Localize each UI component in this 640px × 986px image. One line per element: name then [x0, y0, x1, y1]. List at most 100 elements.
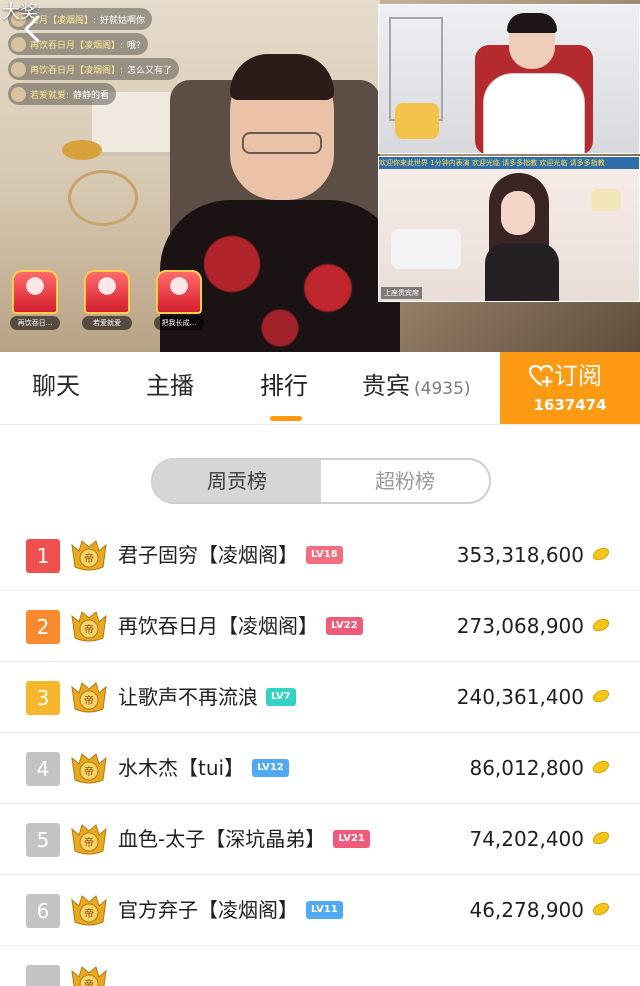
gift-owner-name: 把我长成... — [154, 316, 204, 330]
toggle-super-fans[interactable]: 超粉榜 — [321, 460, 489, 502]
contribution-score: 46,278,900 — [469, 898, 584, 922]
crown-icon — [395, 103, 439, 139]
chat-message: 再饮吞日月【凌烟阁】: 怎么又有了 — [8, 58, 180, 80]
svg-text:帝: 帝 — [84, 694, 94, 707]
active-tab-indicator — [270, 416, 302, 421]
level-badge: LV12 — [252, 758, 289, 777]
avatar — [11, 86, 26, 102]
gift-throne-item[interactable]: 把我长成... — [154, 270, 204, 330]
ranking-row[interactable]: 6 帝 官方弃子【凌烟阁】 LV11 46,278,900 — [0, 875, 640, 946]
ranking-username-cell: 让歌声不再流浪 LV7 — [118, 682, 296, 712]
ranking-toggle: 周贡榜 超粉榜 — [151, 458, 491, 504]
level-badge: LV18 — [306, 545, 343, 564]
tab-ranking[interactable]: 排行 — [260, 366, 308, 406]
pip-tag: 上座贵宾席 — [381, 287, 422, 299]
svg-text:帝: 帝 — [84, 978, 94, 986]
svg-text:帝: 帝 — [84, 623, 94, 636]
rank-number-badge: 1 — [26, 539, 60, 573]
coin-icon — [592, 547, 610, 561]
tab-chat[interactable]: 聊天 — [32, 366, 80, 406]
gift-throne-item[interactable]: 再饮吞日... — [10, 270, 60, 330]
tab-guests[interactable]: 贵宾 (4935) — [362, 366, 471, 406]
ranking-username-cell: 官方弃子【凌烟阁】 LV11 — [118, 895, 343, 925]
throne-icon — [84, 270, 130, 314]
ranking-row[interactable]: 1 帝 君子固穷【凌烟阁】 LV18 353,318,600 — [0, 520, 640, 591]
pip-video-bottom[interactable]: 欢迎你来此世界 1分钟内表演 欢迎光临 请多多指教 欢迎光临 请多多指教 上座贵… — [378, 156, 640, 302]
rank-number-badge: 4 — [26, 752, 60, 786]
room-plant — [62, 140, 102, 160]
room-table — [68, 170, 138, 226]
ranking-username: 血色-太子【深坑晶弟】 — [118, 827, 326, 851]
emperor-emblem-icon: 帝 — [71, 895, 107, 926]
ranking-row-partial[interactable]: 帝 — [0, 946, 640, 986]
emperor-emblem-icon: 帝 — [71, 753, 107, 784]
chat-text: 哦? — [127, 40, 141, 51]
level-badge: LV22 — [326, 616, 363, 635]
emperor-emblem-icon: 帝 — [71, 540, 107, 571]
emperor-emblem-icon: 帝 — [71, 824, 107, 855]
ranking-username-cell: 君子固穷【凌烟阁】 LV18 — [118, 540, 343, 570]
rank-number-badge: 6 — [26, 894, 60, 928]
emperor-emblem-icon: 帝 — [71, 682, 107, 713]
toggle-weekly[interactable]: 周贡榜 — [153, 460, 321, 502]
ranking-list: 1 帝君子固穷【凌烟阁】 LV18 353,318,600 2 帝再饮吞日月【凌烟阁】 LV… — [0, 520, 640, 986]
level-badge: LV11 — [306, 900, 343, 919]
ranking-username: 让歌声不再流浪 — [118, 685, 258, 709]
throne-icon — [156, 270, 202, 314]
contribution-score: 273,068,900 — [456, 614, 584, 638]
level-badge: LV21 — [333, 829, 370, 848]
chat-message: 若爱就爱: 静静的看 — [8, 83, 117, 105]
tab-guests-count: (4935) — [414, 379, 471, 399]
contribution-score: 240,361,400 — [456, 685, 584, 709]
rank-number-badge — [26, 965, 60, 986]
svg-text:帝: 帝 — [84, 765, 94, 778]
ranking-row[interactable]: 4 帝 水木杰【tui】 LV12 86,012,800 — [0, 733, 640, 804]
subscribe-button[interactable]: 订阅 1637474 — [500, 352, 640, 424]
emperor-emblem-icon: 帝 — [71, 611, 107, 642]
rank-number-badge: 2 — [26, 610, 60, 644]
level-badge: LV7 — [266, 687, 296, 706]
subscriber-count: 1637474 — [533, 396, 607, 414]
live-video[interactable]: 欢迎你来此世界 1分钟内表演 欢迎光临 请多多指教 欢迎光临 请多多指教 上座贵… — [0, 0, 640, 352]
coin-icon — [592, 689, 610, 703]
pip-video-top[interactable] — [378, 4, 640, 154]
throne-icon — [12, 270, 58, 314]
chat-text: 好就姑啊你 — [100, 15, 146, 26]
ranking-username: 官方弃子【凌烟阁】 — [118, 898, 298, 922]
ranking-row[interactable]: 2 帝 再饮吞日月【凌烟阁】 LV22 273,068,900 — [0, 591, 640, 662]
contribution-score: 86,012,800 — [469, 756, 584, 780]
chat-text: 怎么又有了 — [127, 65, 173, 76]
coin-icon — [592, 760, 610, 774]
gift-owner-name: 再饮吞日... — [10, 316, 60, 330]
ranking-username: 水木杰【tui】 — [118, 756, 245, 780]
ranking-username: 再饮吞日月【凌烟阁】 — [118, 614, 318, 638]
pip-marquee: 欢迎你来此世界 1分钟内表演 欢迎光临 请多多指教 欢迎光临 请多多指教 — [379, 157, 639, 169]
ranking-username-cell: 水木杰【tui】 LV12 — [118, 753, 289, 783]
heart-plus-icon — [528, 364, 554, 388]
ranking-username-cell: 再饮吞日月【凌烟阁】 LV22 — [118, 611, 363, 641]
coin-icon — [592, 902, 610, 916]
chat-text: 静静的看 — [73, 90, 110, 101]
tab-guests-label: 贵宾 — [362, 372, 410, 400]
coin-icon — [592, 618, 610, 632]
emperor-emblem-icon: 帝 — [71, 966, 107, 986]
coin-icon — [592, 831, 610, 845]
gift-throne-item[interactable]: 若爱就爱 — [82, 270, 132, 330]
ranking-row[interactable]: 5 帝 血色-太子【深坑晶弟】 LV21 74,202,400 — [0, 804, 640, 875]
ranking-username: 君子固穷【凌烟阁】 — [118, 543, 298, 567]
ranking-username-cell: 血色-太子【深坑晶弟】 LV21 — [118, 824, 370, 854]
ranking-row[interactable]: 3 帝 让歌声不再流浪 LV7 240,361,400 — [0, 662, 640, 733]
avatar — [11, 61, 26, 77]
contribution-score: 353,318,600 — [456, 543, 584, 567]
gift-owner-name: 若爱就爱 — [82, 316, 132, 330]
gift-row: 再饮吞日... 若爱就爱 把我长成... — [10, 270, 226, 330]
subscribe-label: 订阅 — [554, 362, 602, 390]
svg-text:帝: 帝 — [84, 907, 94, 920]
chat-username[interactable]: 再饮吞日月【凌烟阁】: — [30, 63, 123, 76]
svg-text:帝: 帝 — [84, 836, 94, 849]
rank-number-badge: 5 — [26, 823, 60, 857]
rank-number-badge: 3 — [26, 681, 60, 715]
back-arrow-icon[interactable] — [22, 14, 44, 44]
chat-username[interactable]: 若爱就爱: — [30, 88, 69, 101]
svg-text:帝: 帝 — [84, 552, 94, 565]
